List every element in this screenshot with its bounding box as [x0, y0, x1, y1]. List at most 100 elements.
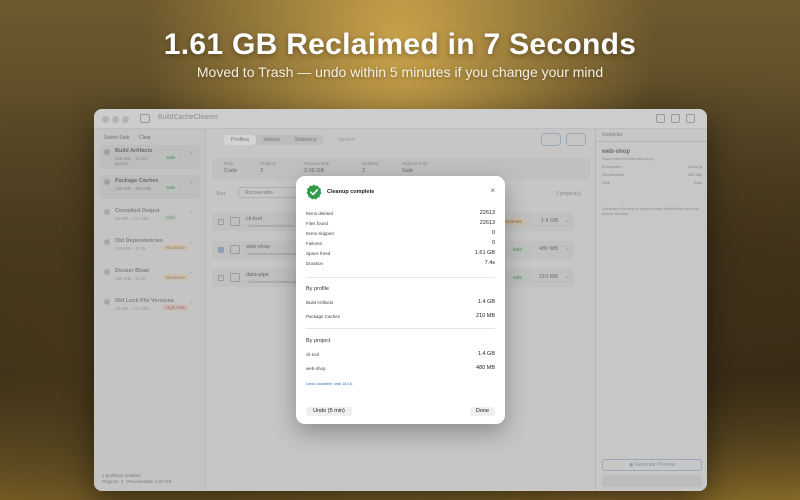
profile-row-label: Build Artifacts	[306, 300, 334, 305]
sidebar: Select Safe Clear Build Artifacts 558 MB …	[94, 129, 206, 491]
close-icon[interactable]: ×	[490, 187, 495, 195]
checkbox-icon[interactable]	[104, 239, 110, 245]
row-checkbox[interactable]	[218, 247, 224, 253]
eye-icon[interactable]	[566, 133, 586, 146]
chevron-down-icon[interactable]: ⌄	[565, 273, 570, 280]
profile-name: Docker Bloat	[115, 268, 149, 274]
profile-row-label: Package Caches	[306, 314, 341, 319]
inspector-kv: Recoverable 480 MB	[602, 172, 702, 177]
close-window-button[interactable]	[102, 116, 109, 123]
sidebar-item-profile[interactable]: Package Caches 100 MB – 500 MB Safe ⌄	[100, 175, 200, 199]
summary-row: Items deleted 22613	[306, 210, 495, 219]
sidebar-actions: Select Safe Clear	[104, 135, 159, 141]
project-row-value: 1.4 GB	[477, 351, 495, 357]
zoom-window-button[interactable]	[122, 116, 129, 123]
tab-history[interactable]: History	[256, 135, 287, 145]
checkbox-icon[interactable]	[104, 209, 110, 215]
chevron-down-icon[interactable]: ⌄	[189, 268, 194, 275]
project-count: 3 project(s)	[555, 191, 581, 197]
risk-badge: Safe	[508, 246, 526, 253]
profile-row-value: 210 MB	[476, 313, 495, 319]
project-path: ~/Users/demo/Code/data-pipe	[246, 279, 300, 284]
cleanup-complete-dialog: Cleanup complete × Items deleted 22613 Fil…	[296, 176, 505, 424]
risk-badge: Moderate	[162, 244, 190, 251]
risk-badge: Safe	[508, 274, 526, 281]
profile-row: Build Artifacts 1.4 GB	[306, 299, 495, 308]
chevron-down-icon[interactable]: ⌄	[189, 148, 194, 155]
inspector-panel: Inspector web-shop /Users/demo/Code/web-…	[595, 129, 707, 491]
chevron-down-icon[interactable]: ⌄	[565, 217, 570, 224]
summary-row-value: 0	[491, 240, 495, 246]
chevron-down-icon[interactable]: ⌄	[189, 178, 194, 185]
summary-row-value: 0	[491, 230, 495, 236]
project-icon	[230, 245, 240, 254]
project-row: web-shop 480 MB	[306, 365, 495, 374]
by-profile-heading: By profile	[306, 286, 329, 292]
summary-row: Space freed 1.61 GB	[306, 250, 495, 259]
share-icon[interactable]	[671, 114, 680, 123]
risk-badge: Moderate	[162, 274, 190, 281]
risk-badge: Safe	[162, 154, 180, 161]
tab-profiles[interactable]: Profiles	[224, 135, 257, 145]
summary-row-value: 1.61 GB	[474, 250, 495, 256]
sidebar-item-profile[interactable]: Compiled Output 50 MB – 200 MB Safe ⌄	[100, 205, 200, 229]
sidebar-item-profile[interactable]: Old Lock File Versions 10 MB – 100 MB High…	[100, 295, 200, 319]
undo-button[interactable]: Undo (5 min)	[306, 407, 352, 416]
clear-button[interactable]: Clear	[139, 135, 151, 141]
project-size: 1.4 GB	[540, 218, 558, 224]
sort-label[interactable]: Sort	[216, 191, 225, 197]
sidebar-item-profile[interactable]: Docker Bloat 100 MB – 5 GB Moderate ⌄	[100, 265, 200, 289]
sidebar-footer-summary: Projects: 3 · Recoverable: 2.09 GB	[102, 479, 172, 484]
profile-size: 10 MB – 100 MB	[115, 306, 149, 311]
folder-icon[interactable]	[656, 114, 665, 123]
summary-row-label: Duration	[306, 261, 324, 266]
tab-statistics[interactable]: Statistics	[287, 135, 323, 145]
project-name: cli-tool	[246, 216, 262, 222]
checkbox-icon[interactable]	[104, 179, 110, 185]
minimize-window-button[interactable]	[112, 116, 119, 123]
profile-row: Package Caches 210 MB	[306, 313, 495, 322]
export-icon[interactable]	[541, 133, 561, 146]
row-checkbox[interactable]	[218, 219, 224, 225]
profile-size: 200 MB – 1 GB	[115, 246, 146, 251]
inspector-project-name: web-shop	[602, 149, 630, 155]
profile-size: 50 MB – 200 MB	[115, 216, 149, 221]
summary-row-value: 22613	[479, 220, 495, 226]
project-path: ~/Users/demo/Code/cli-tool	[246, 223, 295, 228]
risk-badge: Safe	[162, 184, 180, 191]
hero-title: 1.61 GB Reclaimed in 7 Seconds	[163, 28, 637, 61]
sidebar-item-profile[interactable]: Old Dependencies 200 MB – 1 GB Moderate ⌄	[100, 235, 200, 259]
chevron-down-icon[interactable]: ⌄	[565, 245, 570, 252]
profile-size: 100 MB – 5 GB	[115, 276, 146, 281]
sidebar-toggle-icon[interactable]	[140, 114, 150, 123]
titlebar: BuildCacheCleaner	[94, 109, 707, 129]
filter-pill[interactable]: Recoverable	[238, 187, 298, 198]
inspector-divider	[596, 141, 707, 142]
summary-row: Items skipped 0	[306, 230, 495, 239]
chevron-down-icon[interactable]: ⌄	[189, 298, 194, 305]
sidebar-item-profile[interactable]: Build Artifacts 558 MB – 2 GB / project Sa…	[100, 145, 200, 169]
generate-preview-button[interactable]: ◉ Generate Preview	[602, 459, 702, 471]
summary-row-label: Files found	[306, 221, 329, 226]
checkmark-seal-icon	[306, 184, 322, 200]
select-safe-button[interactable]: Select Safe	[104, 135, 130, 141]
profile-row-value: 1.4 GB	[477, 299, 495, 305]
by-project-heading: By project	[306, 338, 331, 344]
project-name: web-shop	[246, 244, 270, 250]
risk-badge: Safe	[162, 214, 180, 221]
chevron-down-icon[interactable]: ⌄	[189, 238, 194, 245]
inspector-title: Inspector	[602, 132, 623, 138]
checkbox-icon[interactable]	[104, 269, 110, 275]
checkbox-icon[interactable]	[104, 149, 110, 155]
inspector-toggle-icon[interactable]	[686, 114, 695, 123]
row-checkbox[interactable]	[218, 275, 224, 281]
clean-button[interactable]	[602, 475, 702, 487]
search-input[interactable]: Search	[338, 137, 355, 143]
summary-row: Duration 7.4s	[306, 260, 495, 269]
hero-subtitle: Moved to Trash — undo within 5 minutes i…	[196, 64, 604, 80]
checkbox-icon[interactable]	[104, 299, 110, 305]
summary-row-label: Space freed	[306, 251, 331, 256]
done-button[interactable]: Done	[470, 407, 495, 416]
chevron-down-icon[interactable]: ⌄	[189, 208, 194, 215]
project-row-label: cli-tool	[306, 352, 320, 357]
